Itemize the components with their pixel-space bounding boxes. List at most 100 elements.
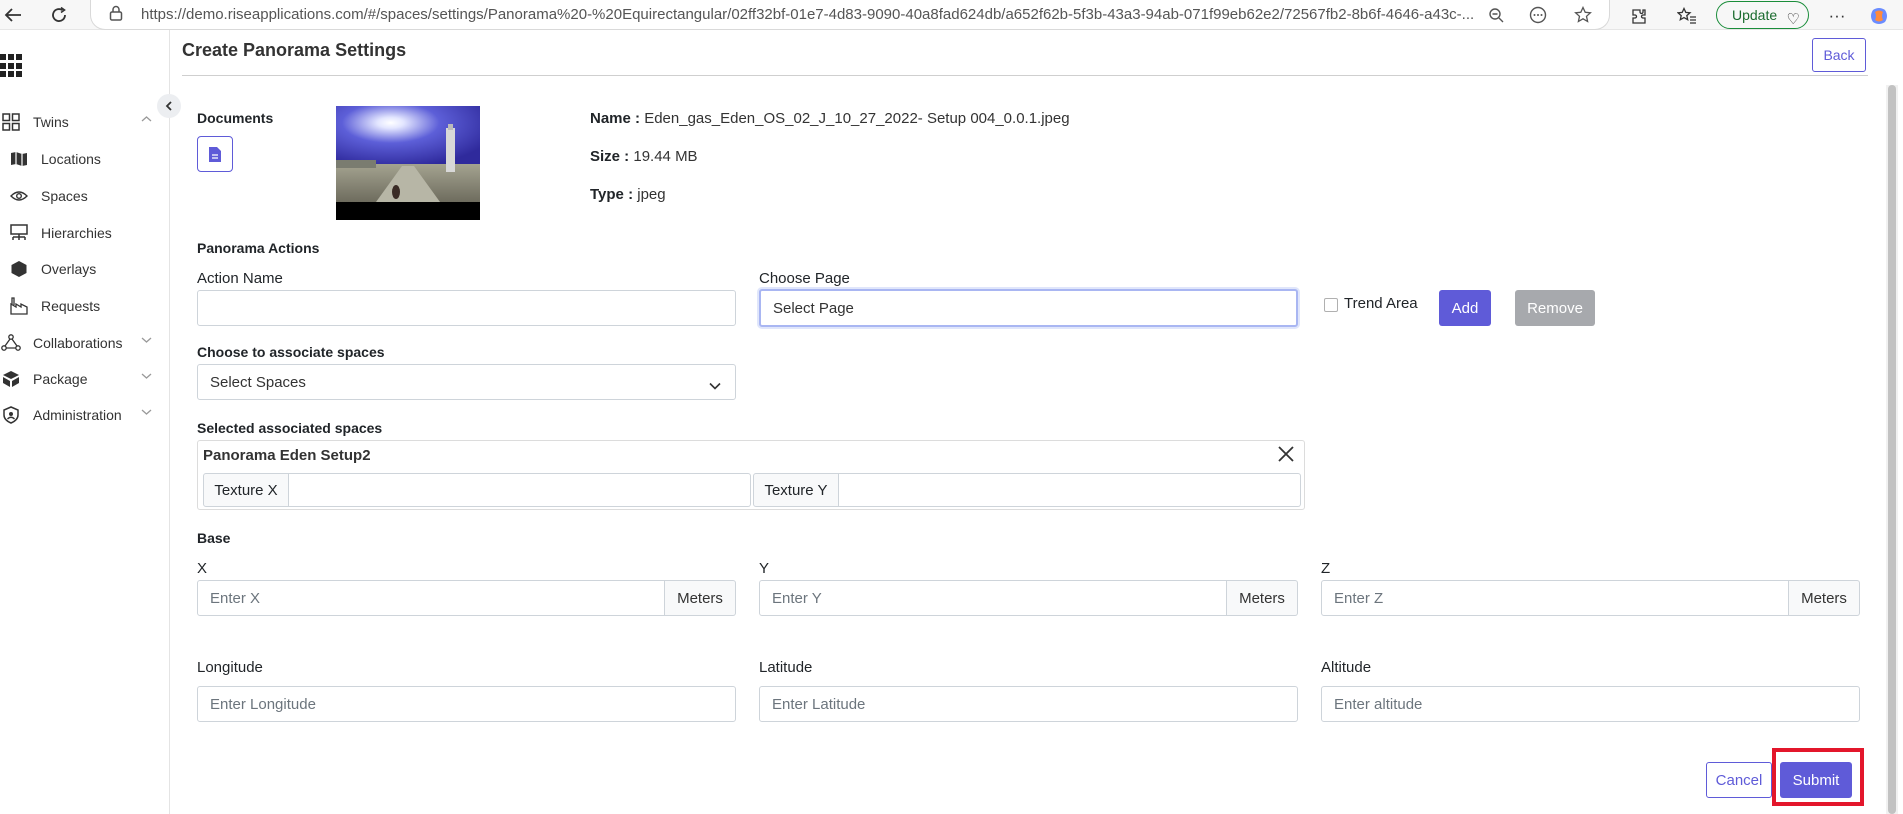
sidebar-item-locations[interactable]: Locations xyxy=(8,146,168,172)
scrollbar-thumb[interactable] xyxy=(1888,85,1896,814)
remove-button[interactable]: Remove xyxy=(1515,290,1595,326)
x-unit: Meters xyxy=(665,580,736,616)
latitude-input[interactable]: Enter Latitude xyxy=(759,686,1298,722)
extensions-icon[interactable] xyxy=(1628,5,1650,27)
file-name: Name : Eden_gas_Eden_OS_02_J_10_27_2022-… xyxy=(590,110,1070,127)
texture-y-group: Texture Y xyxy=(753,473,1301,507)
trend-area-label: Trend Area xyxy=(1344,295,1418,312)
chevron-down-icon xyxy=(709,377,721,394)
sidebar-item-label: Overlays xyxy=(41,261,97,277)
documents-label: Documents xyxy=(197,110,274,126)
add-button[interactable]: Add xyxy=(1439,290,1491,326)
texture-y-label: Texture Y xyxy=(753,473,839,507)
select-spaces-dropdown[interactable]: Select Spaces xyxy=(197,364,736,400)
reload-icon[interactable] xyxy=(48,4,70,26)
panorama-actions-label: Panorama Actions xyxy=(197,240,320,256)
browser-update-button[interactable]: Update ♡ xyxy=(1716,1,1809,29)
submit-highlight-box xyxy=(1772,748,1864,806)
z-input[interactable]: Enter Z xyxy=(1321,580,1789,616)
sidebar-item-label: Locations xyxy=(41,151,101,167)
cube-icon xyxy=(8,259,30,279)
sidebar-item-twins[interactable]: Twins xyxy=(0,109,160,135)
action-name-label: Action Name xyxy=(197,270,283,287)
network-icon xyxy=(0,333,22,353)
choose-page-label: Choose Page xyxy=(759,270,850,287)
file-size-label: Size : xyxy=(590,148,630,165)
file-type-label: Type : xyxy=(590,186,634,203)
copilot-icon[interactable] xyxy=(1868,5,1890,27)
y-label: Y xyxy=(759,560,770,577)
file-name-value: Eden_gas_Eden_OS_02_J_10_27_2022- Setup … xyxy=(644,110,1070,127)
z-label: Z xyxy=(1321,560,1331,577)
favorite-star-icon[interactable] xyxy=(1573,5,1593,25)
latitude-label: Latitude xyxy=(759,659,813,676)
collapse-sidebar-button[interactable] xyxy=(157,94,181,118)
z-unit: Meters xyxy=(1789,580,1860,616)
x-input[interactable]: Enter X xyxy=(197,580,665,616)
texture-x-label: Texture X xyxy=(203,473,289,507)
file-type: Type : jpeg xyxy=(590,186,666,203)
sidebar-item-package[interactable]: Package xyxy=(0,366,160,392)
chevron-down-icon xyxy=(141,407,152,419)
grid-icon xyxy=(0,112,22,132)
hierarchy-icon xyxy=(8,223,30,243)
app-launcher-icon[interactable] xyxy=(0,54,22,78)
sidebar-item-collaborations[interactable]: Collaborations xyxy=(0,330,160,356)
box-icon xyxy=(0,369,22,389)
lock-icon xyxy=(109,5,123,21)
trend-area-checkbox[interactable] xyxy=(1324,298,1338,312)
sidebar-item-hierarchies[interactable]: Hierarchies xyxy=(8,220,168,246)
choose-page-select[interactable]: Select Page xyxy=(759,289,1298,327)
page-scrollbar[interactable] xyxy=(1886,85,1898,814)
chevron-up-icon xyxy=(141,114,152,126)
file-icon xyxy=(209,146,221,162)
address-bar[interactable]: https://demo.riseapplications.com/#/spac… xyxy=(90,0,1610,30)
browser-menu-icon[interactable]: ··· xyxy=(1826,5,1848,27)
longitude-label: Longitude xyxy=(197,659,263,676)
y-input[interactable]: Enter Y xyxy=(759,580,1227,616)
sidebar-item-label: Collaborations xyxy=(33,335,123,351)
close-icon[interactable] xyxy=(1276,444,1298,466)
chevron-down-icon xyxy=(141,371,152,383)
file-size: Size : 19.44 MB xyxy=(590,148,698,165)
chevron-down-icon xyxy=(141,335,152,347)
texture-y-input[interactable] xyxy=(839,473,1301,507)
x-label: X xyxy=(197,560,208,577)
sidebar-item-spaces[interactable]: Spaces xyxy=(8,183,168,209)
texture-x-group: Texture X xyxy=(203,473,751,507)
map-icon xyxy=(8,149,30,169)
selected-spaces-label: Selected associated spaces xyxy=(197,420,383,436)
file-type-value: jpeg xyxy=(637,186,666,203)
sidebar-item-label: Hierarchies xyxy=(41,225,112,241)
action-name-input[interactable] xyxy=(197,290,736,326)
more-options-circle-icon[interactable] xyxy=(1528,5,1548,25)
panorama-thumbnail[interactable] xyxy=(336,106,480,220)
altitude-input[interactable]: Enter altitude xyxy=(1321,686,1860,722)
sidebar-item-label: Package xyxy=(33,371,88,387)
favorites-list-icon[interactable] xyxy=(1676,5,1698,27)
title-divider xyxy=(182,75,1868,76)
url-text[interactable]: https://demo.riseapplications.com/#/spac… xyxy=(141,6,1561,23)
z-input-group: Enter Z Meters xyxy=(1321,580,1860,616)
page-title: Create Panorama Settings xyxy=(182,40,407,60)
back-button[interactable]: Back xyxy=(1812,38,1866,72)
zoom-out-icon[interactable] xyxy=(1486,5,1506,25)
altitude-label: Altitude xyxy=(1321,659,1372,676)
sidebar-item-label: Spaces xyxy=(41,188,88,204)
selected-space-name: Panorama Eden Setup2 xyxy=(203,447,371,464)
texture-x-input[interactable] xyxy=(289,473,751,507)
longitude-input[interactable]: Enter Longitude xyxy=(197,686,736,722)
eye-icon xyxy=(8,186,30,206)
sidebar-item-overlays[interactable]: Overlays xyxy=(8,256,168,282)
browser-toolbar: https://demo.riseapplications.com/#/spac… xyxy=(0,0,1903,30)
sidebar: Twins Locations Spaces Hierarchies Overl… xyxy=(0,30,181,814)
cancel-button[interactable]: Cancel xyxy=(1706,762,1772,798)
sidebar-item-label: Administration xyxy=(33,407,122,423)
document-upload-button[interactable] xyxy=(197,136,233,172)
back-arrow-icon[interactable] xyxy=(2,4,24,26)
main-content: Create Panorama Settings Back Documents xyxy=(170,30,1903,814)
update-label: Update xyxy=(1732,7,1778,23)
sidebar-item-administration[interactable]: Administration xyxy=(0,402,160,428)
sidebar-item-requests[interactable]: Requests xyxy=(8,293,168,319)
sidebar-item-label: Twins xyxy=(33,114,69,130)
